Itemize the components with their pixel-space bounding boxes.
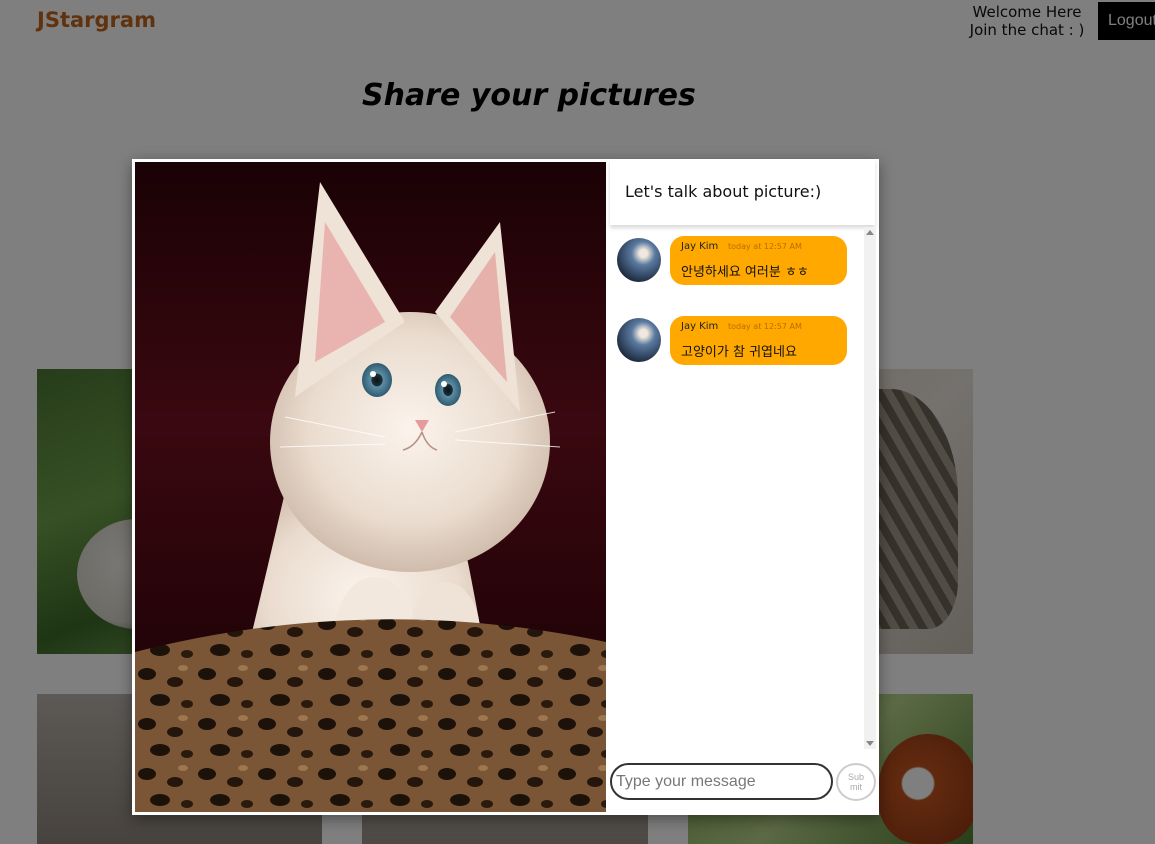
message-input[interactable] [610,763,833,800]
scroll-down-arrow-icon[interactable] [866,741,874,746]
chat-scrollbar[interactable] [864,227,876,749]
message-bubble: Jay Kim today at 12:57 AM 안녕하세요 여러분 ㅎㅎ [670,236,847,285]
chat-header: Let's talk about picture:) [610,159,875,225]
picture-modal: Let's talk about picture:) Jay Kim today… [132,159,879,815]
message-username: Jay Kim [681,321,719,332]
message-username: Jay Kim [681,241,719,252]
chat-panel: Let's talk about picture:) Jay Kim today… [610,159,879,815]
kitten-photo-image [135,182,606,812]
chat-message-list[interactable]: Jay Kim today at 12:57 AM 안녕하세요 여러분 ㅎㅎ J… [610,229,863,749]
chat-message: Jay Kim today at 12:57 AM 고양이가 참 귀엽네요 [617,316,857,366]
avatar [617,238,661,282]
message-timestamp: today at 12:57 AM [728,322,802,331]
chat-input-row: Sub mit [610,762,879,802]
chat-message: Jay Kim today at 12:57 AM 안녕하세요 여러분 ㅎㅎ [617,236,857,286]
message-text: 고양이가 참 귀엽네요 [681,345,797,360]
submit-button[interactable]: Sub mit [836,763,876,801]
message-text: 안녕하세요 여러분 ㅎㅎ [681,265,809,280]
scroll-up-arrow-icon[interactable] [866,230,874,235]
message-bubble: Jay Kim today at 12:57 AM 고양이가 참 귀엽네요 [670,316,847,365]
modal-photo [135,162,606,812]
message-timestamp: today at 12:57 AM [728,242,802,251]
chat-title: Let's talk about picture:) [625,182,822,201]
avatar [617,318,661,362]
